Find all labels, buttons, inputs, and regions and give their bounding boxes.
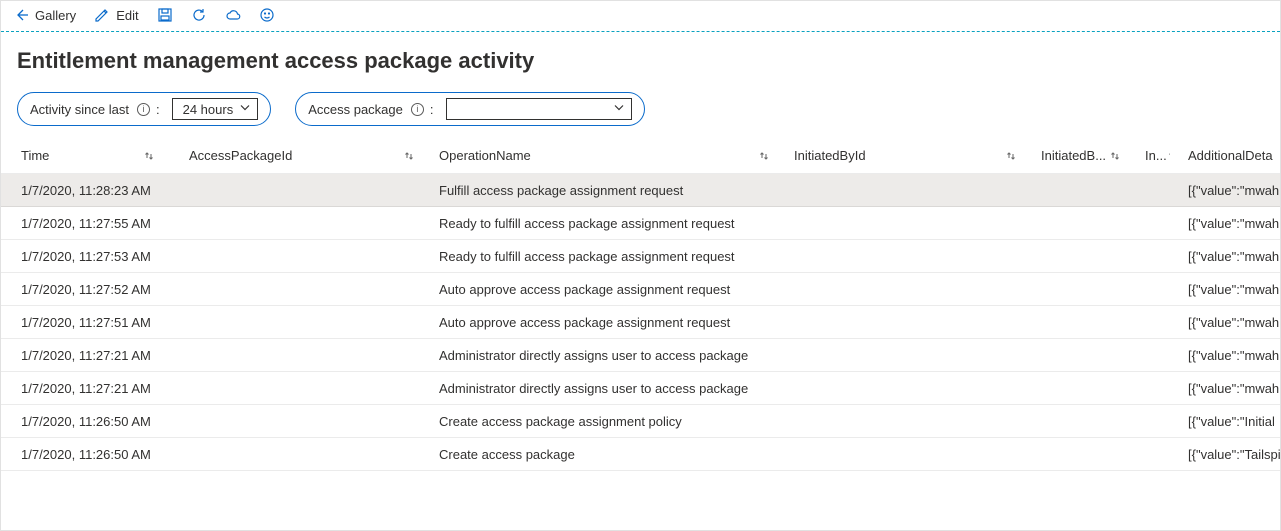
table-cell: [{"value":"Initial <box>1170 414 1281 429</box>
activity-filter-colon: : <box>156 102 160 117</box>
gallery-button[interactable]: Gallery <box>13 7 76 23</box>
table-row[interactable]: 1/7/2020, 11:27:55 AM Ready to fulfill ac… <box>1 207 1280 240</box>
table-cell: [{"value":"mwah <box>1170 249 1281 264</box>
table-cell: Ready to fulfill access package assignme… <box>421 216 776 231</box>
gallery-label: Gallery <box>35 8 76 23</box>
table-cell: 1/7/2020, 11:27:21 AM <box>1 381 161 396</box>
table-cell: Create access package <box>421 447 776 462</box>
table-cell: Ready to fulfill access package assignme… <box>421 249 776 264</box>
filter-row: Activity since last i : 24 hours Access … <box>17 92 1280 126</box>
refresh-button[interactable] <box>191 7 207 23</box>
save-button[interactable] <box>157 7 173 23</box>
sort-icon <box>143 150 155 162</box>
package-filter-colon: : <box>430 102 434 117</box>
activity-select-value: 24 hours <box>183 102 234 117</box>
table-cell: Auto approve access package assignment r… <box>421 315 776 330</box>
table-cell: [{"value":"Tailspi <box>1170 447 1281 462</box>
edit-button[interactable]: Edit <box>94 7 138 23</box>
col-operation-name[interactable]: OperationName <box>421 148 776 163</box>
edit-label: Edit <box>116 8 138 23</box>
table-cell: 1/7/2020, 11:26:50 AM <box>1 414 161 429</box>
chevron-down-icon <box>613 102 625 117</box>
table-cell: Auto approve access package assignment r… <box>421 282 776 297</box>
col-initiated-by-id[interactable]: InitiatedById <box>776 148 1023 163</box>
table-cell: 1/7/2020, 11:26:50 AM <box>1 447 161 462</box>
table-row[interactable]: 1/7/2020, 11:27:52 AM Auto approve access… <box>1 273 1280 306</box>
table-row[interactable]: 1/7/2020, 11:27:21 AM Administrator direc… <box>1 372 1280 405</box>
table-cell: [{"value":"mwah <box>1170 315 1281 330</box>
table-cell: 1/7/2020, 11:27:55 AM <box>1 216 161 231</box>
toolbar: Gallery Edit <box>1 1 1280 32</box>
col-access-package-id[interactable]: AccessPackageId <box>171 148 421 163</box>
table-row[interactable]: 1/7/2020, 11:27:53 AM Ready to fulfill ac… <box>1 240 1280 273</box>
table-row[interactable]: 1/7/2020, 11:27:21 AM Administrator direc… <box>1 339 1280 372</box>
results-grid: Time AccessPackageId OperationName Initi… <box>1 140 1280 471</box>
table-cell: Fulfill access package assignment reques… <box>421 183 776 198</box>
col-in-label: In... <box>1145 148 1167 163</box>
table-row[interactable]: 1/7/2020, 11:26:50 AM Create access packa… <box>1 405 1280 438</box>
table-cell: 1/7/2020, 11:27:51 AM <box>1 315 161 330</box>
pencil-icon <box>94 7 110 23</box>
grid-body: 1/7/2020, 11:28:23 AM Fulfill access pack… <box>1 174 1280 471</box>
sort-icon <box>1005 150 1017 162</box>
table-cell: [{"value":"mwah <box>1170 381 1281 396</box>
col-initiated-b[interactable]: InitiatedB... <box>1023 148 1127 163</box>
table-cell: 1/7/2020, 11:28:23 AM <box>1 183 161 198</box>
refresh-icon <box>191 7 207 23</box>
col-access-package-id-label: AccessPackageId <box>189 148 292 163</box>
grid-header: Time AccessPackageId OperationName Initi… <box>1 140 1280 174</box>
table-cell: [{"value":"mwah <box>1170 282 1281 297</box>
table-row[interactable]: 1/7/2020, 11:27:51 AM Auto approve access… <box>1 306 1280 339</box>
table-cell: Administrator directly assigns user to a… <box>421 381 776 396</box>
save-icon <box>157 7 173 23</box>
package-filter-label: Access package <box>308 102 403 117</box>
page-title: Entitlement management access package ac… <box>17 48 1280 74</box>
col-time-label: Time <box>21 148 49 163</box>
col-additional-deta[interactable]: AdditionalDeta <box>1170 148 1281 163</box>
col-time[interactable]: Time <box>1 148 161 163</box>
app-frame: Gallery Edit En <box>0 0 1281 531</box>
table-cell: [{"value":"mwah <box>1170 348 1281 363</box>
col-in[interactable]: In... <box>1127 148 1170 163</box>
cloud-icon <box>225 7 241 23</box>
table-cell: 1/7/2020, 11:27:21 AM <box>1 348 161 363</box>
smiley-icon <box>259 7 275 23</box>
feedback-button[interactable] <box>259 7 275 23</box>
table-cell: [{"value":"mwah <box>1170 183 1281 198</box>
chevron-down-icon <box>239 102 251 117</box>
info-icon[interactable]: i <box>137 103 150 116</box>
sort-icon <box>403 150 415 162</box>
package-select[interactable] <box>446 98 632 120</box>
cloud-button[interactable] <box>225 7 241 23</box>
sort-icon <box>758 150 770 162</box>
table-row[interactable]: 1/7/2020, 11:26:50 AM Create access packa… <box>1 438 1280 471</box>
col-initiated-b-label: InitiatedB... <box>1041 148 1106 163</box>
table-cell: [{"value":"mwah <box>1170 216 1281 231</box>
table-row[interactable]: 1/7/2020, 11:28:23 AM Fulfill access pack… <box>1 174 1280 207</box>
col-additional-deta-label: AdditionalDeta <box>1188 148 1273 163</box>
activity-select[interactable]: 24 hours <box>172 98 259 120</box>
arrow-left-icon <box>13 7 29 23</box>
sort-icon <box>1109 150 1121 162</box>
activity-filter-pill: Activity since last i : 24 hours <box>17 92 271 126</box>
col-operation-name-label: OperationName <box>439 148 531 163</box>
table-cell: 1/7/2020, 11:27:52 AM <box>1 282 161 297</box>
table-cell: Administrator directly assigns user to a… <box>421 348 776 363</box>
table-cell: Create access package assignment policy <box>421 414 776 429</box>
package-filter-pill: Access package i : <box>295 92 644 126</box>
info-icon[interactable]: i <box>411 103 424 116</box>
table-cell: 1/7/2020, 11:27:53 AM <box>1 249 161 264</box>
col-initiated-by-id-label: InitiatedById <box>794 148 866 163</box>
activity-filter-label: Activity since last <box>30 102 129 117</box>
